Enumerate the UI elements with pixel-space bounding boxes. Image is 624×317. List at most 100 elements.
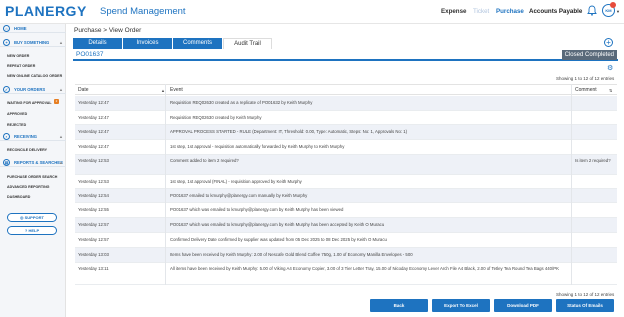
sidebar-label: REPORTS & SEARCHES (14, 160, 63, 165)
tab-invoices[interactable]: Invoices (123, 38, 172, 49)
table-row: Yesterday 12:53 Comment added to item 2 … (75, 155, 617, 175)
app-subtitle: Spend Management (100, 6, 186, 17)
gear-icon[interactable]: ⚙ (607, 65, 614, 72)
tab-details[interactable]: Details (73, 38, 122, 49)
cell-event: PO01637 emailed to kmurphy@planergy.com … (170, 193, 308, 198)
column-header-comment[interactable]: Comment (575, 85, 597, 96)
cell-date: Yesterday 12:54 (78, 193, 109, 198)
tab-audit-trail[interactable]: Audit Trail (223, 38, 272, 49)
waiting-count-badge: 2 (54, 99, 59, 104)
top-bar: PLANERGY Spend Management Expense Ticket… (0, 0, 624, 24)
table-row: Yesterday 12:55 PO01637 which was emaile… (75, 203, 617, 218)
table-row: Yesterday 12:57 Confirmed Delivery Date … (75, 233, 617, 248)
sidebar-item-new-order[interactable]: NEW ORDER (7, 54, 29, 58)
sidebar-item-receiving[interactable]: ▪ RECEIVING ▲ (0, 132, 66, 141)
sidebar-label: HOME (14, 26, 27, 31)
support-button[interactable]: ◎ SUPPORT (7, 213, 57, 222)
table-row: Yesterday 12:47 Requisition REQ02630 cre… (75, 96, 617, 111)
nav-ticket[interactable]: Ticket (473, 8, 489, 15)
table-row: Yesterday 12:47 APPROVAL PROCESS STARTED… (75, 125, 617, 140)
chevron-up-icon: ▲ (59, 160, 63, 165)
table-row: Yesterday 12:57 PO01637 which was emaile… (75, 218, 617, 233)
chevron-down-icon[interactable]: ▼ (616, 9, 620, 14)
table-row: Yesterday 12:54 PO01637 emailed to kmurp… (75, 189, 617, 203)
help-label: HELP (28, 228, 40, 233)
back-button[interactable]: Back (370, 299, 428, 312)
download-pdf-button[interactable]: Download PDF (494, 299, 552, 312)
sidebar-item-buy-something[interactable]: + BUY SOMETHING ▲ (0, 38, 66, 47)
sidebar-item-advanced-reporting[interactable]: ADVANCED REPORTING (7, 185, 49, 189)
cell-date: Yesterday 12:47 (78, 144, 109, 149)
table-row: Yesterday 13:11 All items have been rece… (75, 263, 617, 285)
chart-icon: ▤ (3, 159, 10, 166)
entries-info-top: Showing 1 to 12 of 12 entries (556, 76, 615, 81)
cell-event: APPROVAL PROCESS STARTED - RULE (Departm… (170, 129, 408, 134)
cell-event: Confirmed Delivery Date confirmed by sup… (170, 237, 387, 242)
cell-date: Yesterday 12:53 (78, 179, 109, 184)
bell-icon[interactable] (587, 5, 597, 16)
export-excel-button[interactable]: Export To Excel (432, 299, 490, 312)
status-emails-button[interactable]: Status Of Emails (556, 299, 614, 312)
cell-date: Yesterday 12:47 (78, 115, 109, 120)
help-button[interactable]: ? HELP (7, 226, 57, 235)
sidebar-item-po-search[interactable]: PURCHASE ORDER SEARCH (7, 175, 57, 179)
sidebar-item-your-orders[interactable]: ✓ YOUR ORDERS ▲ (0, 85, 66, 94)
column-header-date[interactable]: Date (78, 85, 89, 96)
sidebar-item-dashboard[interactable]: DASHBOARD (7, 195, 30, 199)
chevron-up-icon: ▲ (59, 40, 63, 45)
sidebar-item-waiting-approval[interactable]: WAITING FOR APPROVAL (7, 101, 52, 105)
cart-icon: + (3, 39, 10, 46)
cell-date: Yesterday 12:57 (78, 222, 109, 227)
cell-date: Yesterday 12:53 (78, 158, 109, 163)
truck-icon: ▪ (3, 133, 10, 140)
cell-event: 1st step, 1st approval - requisition aut… (170, 144, 345, 149)
sidebar-item-approved[interactable]: APPROVED (7, 112, 27, 116)
app-window: PLANERGY Spend Management Expense Ticket… (0, 0, 624, 317)
cell-date: Yesterday 13:11 (78, 266, 109, 271)
sidebar-item-catalog-order[interactable]: NEW ONLINE CATALOG ORDER (7, 74, 62, 78)
cell-event: All items have been received by Keith Mu… (170, 266, 559, 271)
table-header: Date ▲ Event Comment ⇅ (75, 84, 617, 95)
order-number: PO01637 (76, 51, 104, 58)
tab-comments[interactable]: Comments (173, 38, 222, 49)
cell-event: Requisition REQ02630 created as a replic… (170, 100, 313, 105)
main-content: Purchase > View Order + Details Invoices… (66, 24, 624, 317)
sort-icon[interactable]: ⇅ (609, 85, 612, 96)
table-row: Yesterday 12:47 Requisition REQ02630 cre… (75, 111, 617, 125)
table-row: Yesterday 12:47 1st step, 1st approval -… (75, 140, 617, 155)
home-icon: ⌂ (3, 25, 10, 32)
sidebar-item-reconcile-delivery[interactable]: RECONCILE DELIVERY (7, 148, 47, 152)
table-row: Yesterday 13:03 Items have been received… (75, 248, 617, 263)
sidebar-item-reports[interactable]: ▤ REPORTS & SEARCHES ▲ (0, 158, 66, 167)
logo[interactable]: PLANERGY (5, 3, 87, 19)
order-header: PO01637 Closed Completed (73, 49, 618, 61)
sidebar: ⌂ HOME + BUY SOMETHING ▲ NEW ORDER REPEA… (0, 24, 66, 317)
notification-badge (610, 2, 616, 8)
cell-event: PO01637 which was emailed to kmurphy@pla… (170, 222, 385, 227)
nav-expense[interactable]: Expense (441, 8, 466, 15)
column-divider (571, 84, 572, 285)
cell-comment: Is item 2 required? (575, 158, 611, 163)
cell-event: Items have been received by Keith Murphy… (170, 252, 413, 257)
cell-event: 1st step, 1st approval (FINAL) - requisi… (170, 179, 302, 184)
breadcrumb: Purchase > View Order (74, 27, 142, 34)
sidebar-item-repeat-order[interactable]: REPEAT ORDER (7, 64, 35, 68)
sidebar-item-home[interactable]: ⌂ HOME (0, 24, 66, 33)
cell-event: PO01637 which was emailed to kmurphy@pla… (170, 207, 344, 212)
nav-accounts-payable[interactable]: Accounts Payable (529, 8, 582, 15)
column-header-event[interactable]: Event (170, 85, 183, 96)
chevron-up-icon: ▲ (59, 134, 63, 139)
add-icon[interactable]: + (604, 38, 613, 47)
nav-purchase[interactable]: Purchase (496, 8, 524, 15)
entries-info-bottom: Showing 1 to 12 of 12 entries (556, 292, 615, 297)
sidebar-item-rejected[interactable]: REJECTED (7, 123, 26, 127)
cell-date: Yesterday 13:03 (78, 252, 109, 257)
cell-event: Requisition REQ02630 created by Keith Mu… (170, 115, 262, 120)
table-row: Yesterday 12:53 1st step, 1st approval (… (75, 175, 617, 189)
cell-date: Yesterday 12:55 (78, 207, 109, 212)
cell-event: Comment added to item 2 required? (170, 158, 239, 163)
check-icon: ✓ (3, 86, 10, 93)
sidebar-label: RECEIVING (14, 134, 38, 139)
support-label: SUPPORT (24, 215, 44, 220)
cell-date: Yesterday 12:47 (78, 100, 109, 105)
